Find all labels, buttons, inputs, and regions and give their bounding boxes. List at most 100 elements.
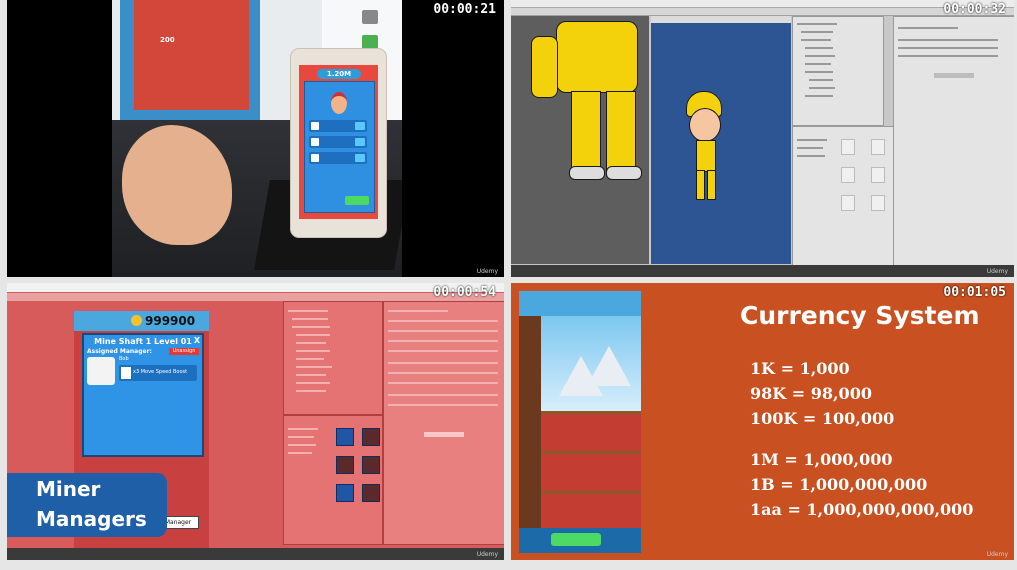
upgrade-value [355, 138, 365, 146]
miner-arm [531, 36, 558, 98]
proj-row [288, 436, 314, 438]
watermark: Udemy [986, 268, 1008, 275]
hier-row [801, 31, 833, 33]
hier-row [296, 342, 326, 344]
proj-row [288, 452, 312, 454]
prefab-icon[interactable] [362, 428, 380, 446]
hier-row [296, 350, 330, 352]
scene-view [511, 16, 649, 264]
currency-row: 1B = 1,000,000,000 [750, 475, 928, 494]
phone-coin-counter: 1.20M [317, 69, 361, 79]
insp-row [388, 340, 498, 342]
manager-portrait [87, 357, 115, 385]
dialog-title: Mine Shaft 1 Level 01 [94, 337, 192, 346]
currency-row: 1aa = 1,000,000,000,000 [750, 500, 974, 519]
currency-row: 100K = 100,000 [750, 409, 895, 428]
hier-row [809, 79, 833, 81]
sprite-thumbnail[interactable] [841, 195, 855, 211]
insp-row [898, 27, 958, 29]
add-component-button[interactable] [934, 73, 974, 78]
miner-body [696, 140, 716, 172]
proj-row [797, 147, 823, 149]
hier-row [805, 55, 835, 57]
insp-row [388, 350, 498, 352]
miner-face [689, 108, 721, 142]
phone-scene: 200 1.20M [112, 0, 402, 277]
hier-row [292, 318, 328, 320]
unassign-button[interactable]: Unassign [169, 348, 199, 355]
game-top-bar [519, 291, 641, 316]
proj-row [288, 428, 318, 430]
menu-bar [7, 283, 504, 292]
insp-row [388, 382, 498, 384]
assigned-label: Assigned Manager: [87, 348, 152, 355]
close-icon[interactable]: X [194, 336, 200, 345]
video-thumbnail-phone[interactable]: 200 1.20M 00:00:21 Udemy [7, 0, 504, 277]
boost-icon [121, 367, 131, 379]
add-component-button[interactable] [424, 432, 464, 437]
slide-title: Currency System [740, 301, 980, 330]
monitor-game-window [120, 0, 260, 120]
hier-row [797, 23, 837, 25]
insp-row [898, 39, 998, 41]
prefab-cube-icon[interactable] [336, 428, 354, 446]
prefab-icon[interactable] [362, 484, 380, 502]
upgrade-button[interactable] [345, 196, 369, 205]
hier-row [805, 63, 831, 65]
phone: 1.20M [290, 48, 387, 238]
boost-row: x3 Move Speed Boost [119, 365, 197, 381]
miner-boot [569, 166, 605, 180]
sprite-thumbnail[interactable] [871, 139, 885, 155]
sprite-thumbnail[interactable] [841, 167, 855, 183]
sprite-thumbnail[interactable] [841, 139, 855, 155]
overlay-title-line1: Miner [36, 477, 101, 501]
play-button[interactable] [551, 533, 601, 546]
hier-row [292, 326, 330, 328]
coin-bar: 999900 [74, 311, 209, 331]
coin-icon [131, 315, 142, 326]
script-icon [362, 35, 378, 49]
phone-screen: 1.20M [299, 65, 378, 219]
mountain [587, 346, 631, 386]
project-panel [792, 126, 894, 266]
game-tab[interactable] [651, 16, 791, 23]
insp-row [388, 394, 498, 396]
upgrade-row [309, 120, 367, 132]
menu-bar [511, 0, 1014, 8]
prefab-icon[interactable] [362, 456, 380, 474]
prefab-icon[interactable] [336, 456, 354, 474]
miner-leg [571, 91, 601, 173]
hier-row [296, 374, 326, 376]
timestamp: 00:00:21 [433, 2, 496, 17]
coin-count: 999900 [145, 314, 196, 328]
timestamp: 00:00:32 [943, 2, 1006, 17]
miner-torso [556, 21, 638, 93]
video-thumbnail-unity-editor[interactable]: 00:00:32 Udemy [511, 0, 1014, 277]
proj-row [797, 155, 825, 157]
upgrade-value [355, 122, 365, 130]
dialog-body [87, 387, 197, 449]
hier-row [809, 87, 835, 89]
overlay-title-line2: Managers [36, 507, 147, 531]
inspector-panel [383, 301, 504, 545]
game-view [651, 16, 791, 264]
upgrade-row [309, 152, 367, 164]
video-thumbnail-currency-system[interactable]: Currency System 1K = 1,000 98K = 98,000 … [511, 283, 1014, 560]
hier-row [805, 71, 833, 73]
inspector-panel [893, 16, 1014, 266]
insp-row [388, 330, 498, 332]
prefab-cube-icon[interactable] [336, 484, 354, 502]
sprite-thumbnail[interactable] [871, 167, 885, 183]
insp-row [388, 372, 498, 374]
hier-row [296, 334, 330, 336]
monitor-game [134, 0, 249, 110]
video-thumbnail-miner-managers[interactable]: 999900 Mine Shaft 1 Level 01 X Assigned … [7, 283, 504, 560]
project-panel [283, 415, 383, 545]
insp-row [388, 404, 498, 406]
miner-leg [696, 170, 705, 200]
load-icon [311, 122, 319, 130]
section-title-overlay: Miner Managers [7, 473, 167, 537]
sprite-thumbnail[interactable] [871, 195, 885, 211]
currency-row: 98K = 98,000 [750, 384, 872, 403]
elevator-shaft [519, 316, 541, 553]
